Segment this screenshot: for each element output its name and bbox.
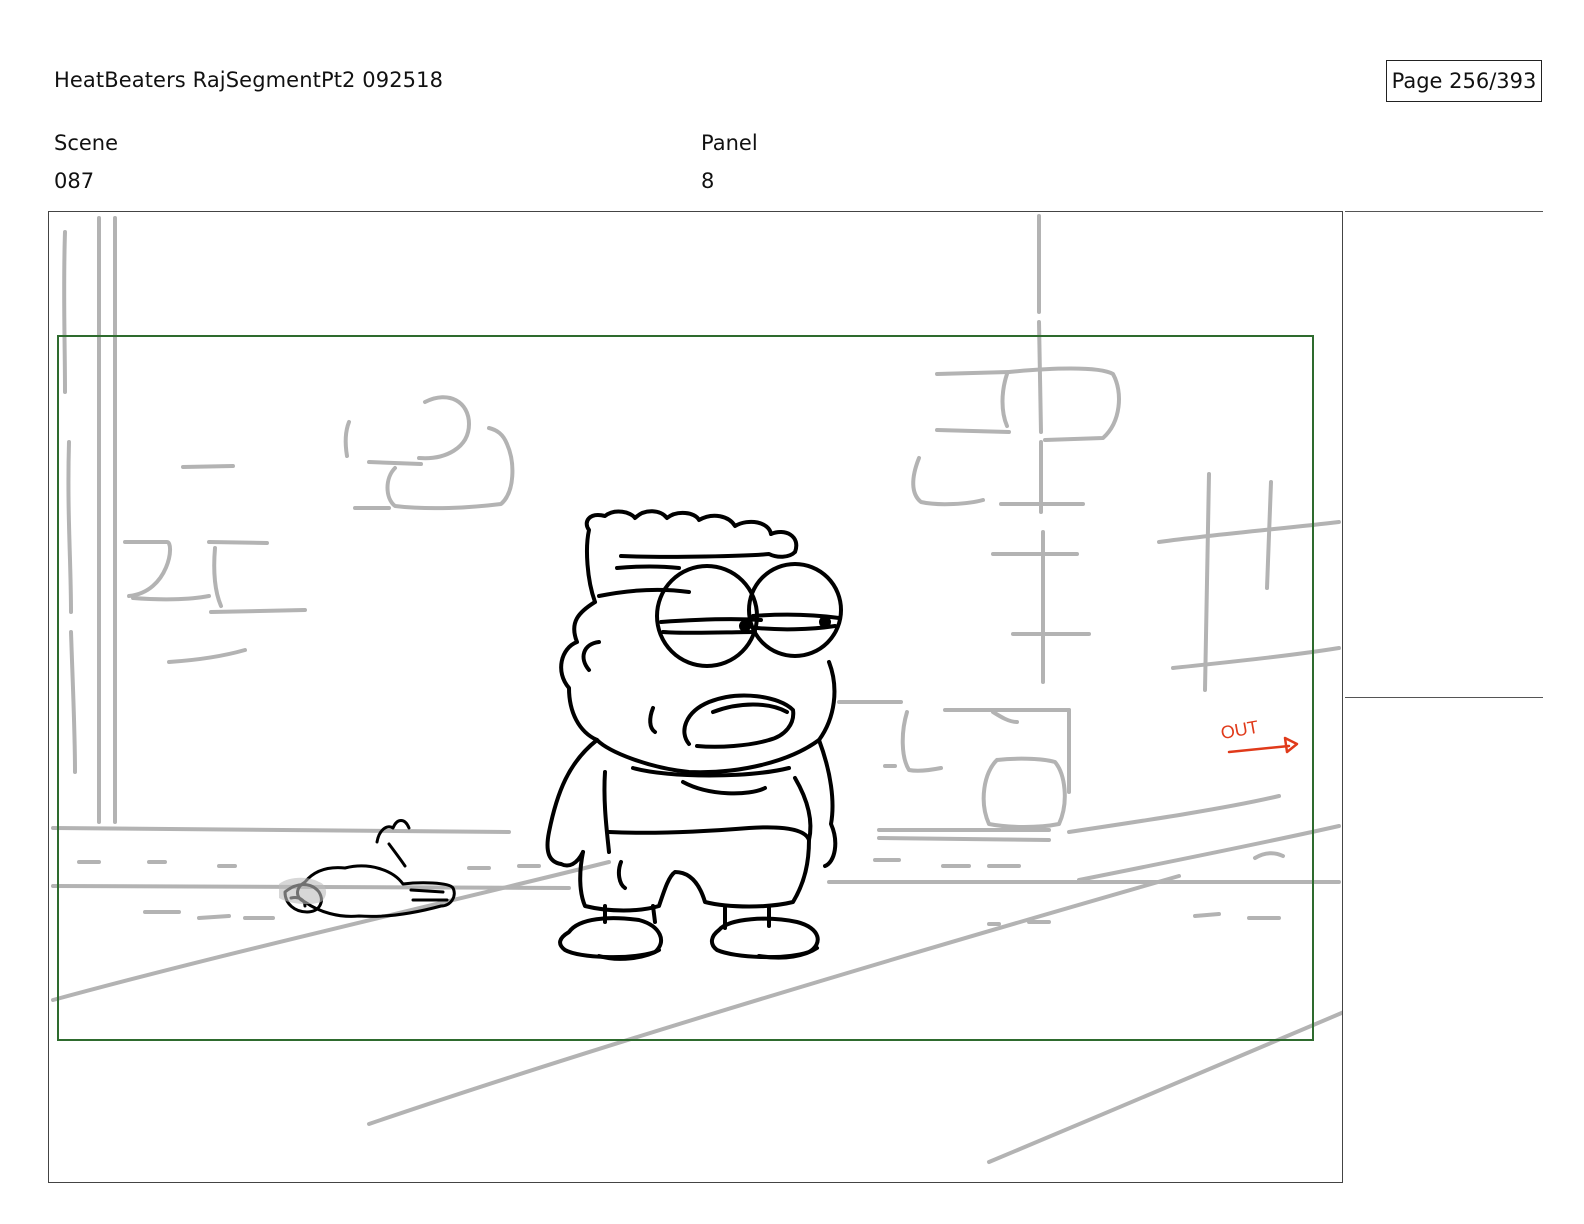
- background-sketch: [51, 214, 1342, 1164]
- panel-value: 8: [701, 169, 715, 193]
- out-annotation: [1227, 736, 1299, 754]
- character-sketch: [545, 509, 843, 961]
- notes-divider-bottom: [1345, 697, 1543, 698]
- page-number: Page 256/393: [1391, 69, 1537, 93]
- document-title: HeatBeaters RajSegmentPt2 092518: [54, 68, 444, 92]
- storyboard-panel-frame: OUT: [48, 211, 1343, 1183]
- panel-label: Panel: [701, 131, 758, 155]
- safe-frame: [57, 335, 1314, 1041]
- scene-label: Scene: [54, 131, 119, 155]
- storyboard-sketch: OUT: [51, 214, 1342, 1164]
- bird-shading: [279, 877, 327, 905]
- notes-divider-top: [1345, 211, 1543, 212]
- out-annotation-label: OUT: [1219, 717, 1260, 743]
- scene-value: 087: [54, 169, 95, 193]
- page-number-box: Page 256/393: [1386, 60, 1542, 102]
